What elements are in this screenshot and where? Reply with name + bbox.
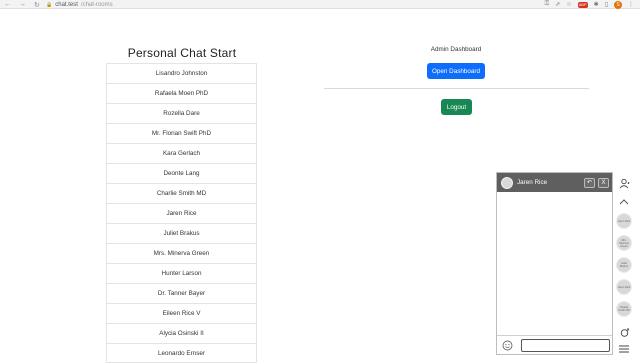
sidebar-contact-label: Juliet Brakus	[619, 262, 629, 268]
sidebar-contact-avatar[interactable]: Juliet Brakus	[616, 257, 632, 273]
url-path: /chat-rooms	[80, 1, 113, 8]
user-list-item[interactable]: Leonardo Ernser	[106, 343, 257, 363]
user-list-item[interactable]: Deonte Lang	[106, 163, 257, 183]
sidebar-contact-avatar[interactable]: Jaren Rice	[616, 213, 632, 229]
back-icon[interactable]: ←	[4, 1, 11, 8]
user-list-item[interactable]: Lisandro Johnston	[106, 63, 257, 83]
logout-button[interactable]: Logout	[441, 99, 472, 115]
new-chat-icon[interactable]	[617, 325, 631, 339]
user-list-item[interactable]: Juliet Brakus	[106, 223, 257, 243]
divider	[324, 88, 589, 89]
address-bar[interactable]: 🔒 chat.test/chat-rooms	[46, 0, 113, 9]
user-list-item[interactable]: Mr. Florian Swift PhD	[106, 123, 257, 143]
sidebar-contact-avatar[interactable]: Jaren Rice	[616, 279, 632, 295]
lock-icon: 🔒	[46, 1, 53, 8]
user-list-item[interactable]: Rafaela Moen PhD	[106, 83, 257, 103]
message-input[interactable]	[521, 339, 610, 352]
sidebar-contact-avatar[interactable]: Mrs. Minerva Green	[616, 235, 632, 251]
user-list-item[interactable]: Charlie Smith MD	[106, 183, 257, 203]
user-list: Lisandro Johnston Rafaela Moen PhD Rozella…	[106, 63, 257, 363]
menu-icon[interactable]: ⋮	[628, 1, 634, 8]
sidebar-contact-label: Charlie Smith MD	[618, 306, 630, 312]
sidebar-contact-label: Mrs. Minerva Green	[619, 238, 629, 248]
emoji-icon[interactable]	[502, 340, 513, 351]
user-list-item[interactable]: Alycia Osinski II	[106, 323, 257, 343]
puzzle-icon[interactable]: ✱	[594, 1, 599, 8]
chevron-up-icon[interactable]	[617, 195, 631, 209]
forward-icon[interactable]: →	[19, 1, 26, 8]
user-list-item[interactable]: Kara Gerlach	[106, 143, 257, 163]
undo-icon[interactable]: ↶	[584, 177, 595, 188]
sidebar-icon[interactable]: ▯	[605, 1, 608, 8]
chat-footer	[497, 335, 612, 354]
browser-extensions: ⚿ ⇗ ☆ ABP ✱ ▯ S ⋮	[545, 0, 634, 9]
close-icon[interactable]: X	[598, 177, 609, 188]
open-dashboard-button[interactable]: Open Dashboard	[427, 63, 485, 79]
avatar	[501, 176, 513, 189]
user-list-item[interactable]: Hunter Larson	[106, 263, 257, 283]
star-icon[interactable]: ☆	[566, 1, 571, 8]
url-host: chat.test	[55, 1, 78, 8]
browser-nav: ← → ↻	[4, 0, 40, 9]
chat-sidebar: Jaren Rice Mrs. Minerva Green Juliet Braku…	[613, 168, 635, 358]
sidebar-contact-label: Jaren Rice	[617, 285, 631, 289]
chat-contact-name: Jaren Rice	[517, 179, 548, 186]
user-list-item[interactable]: Dr. Tanner Bayer	[106, 283, 257, 303]
reload-icon[interactable]: ↻	[34, 1, 40, 9]
share-icon[interactable]: ⇗	[555, 1, 560, 8]
admin-title: Admin Dashboard	[430, 46, 482, 53]
chat-header[interactable]: Jaren Rice ↶ X	[497, 173, 612, 192]
page-title: Personal Chat Start	[127, 46, 237, 60]
user-list-item[interactable]: Mrs. Minerva Green	[106, 243, 257, 263]
user-list-item[interactable]: Rozella Dare	[106, 103, 257, 123]
add-user-icon[interactable]	[617, 176, 631, 190]
browser-toolbar: ← → ↻ 🔒 chat.test/chat-rooms ⚿ ⇗ ☆ ABP ✱…	[0, 0, 640, 9]
sidebar-contact-avatar[interactable]: Charlie Smith MD	[616, 301, 632, 317]
key-icon[interactable]: ⚿	[545, 1, 550, 8]
profile-avatar[interactable]: S	[614, 0, 622, 9]
user-list-item[interactable]: Jaren Rice	[106, 203, 257, 223]
chat-window: Jaren Rice ↶ X	[496, 172, 613, 355]
sidebar-contact-label: Jaren Rice	[617, 219, 631, 223]
adblock-icon[interactable]: ABP	[577, 1, 588, 8]
hamburger-menu-icon[interactable]	[617, 342, 631, 356]
chat-messages[interactable]	[497, 192, 612, 335]
user-list-item[interactable]: Eileen Rice V	[106, 303, 257, 323]
